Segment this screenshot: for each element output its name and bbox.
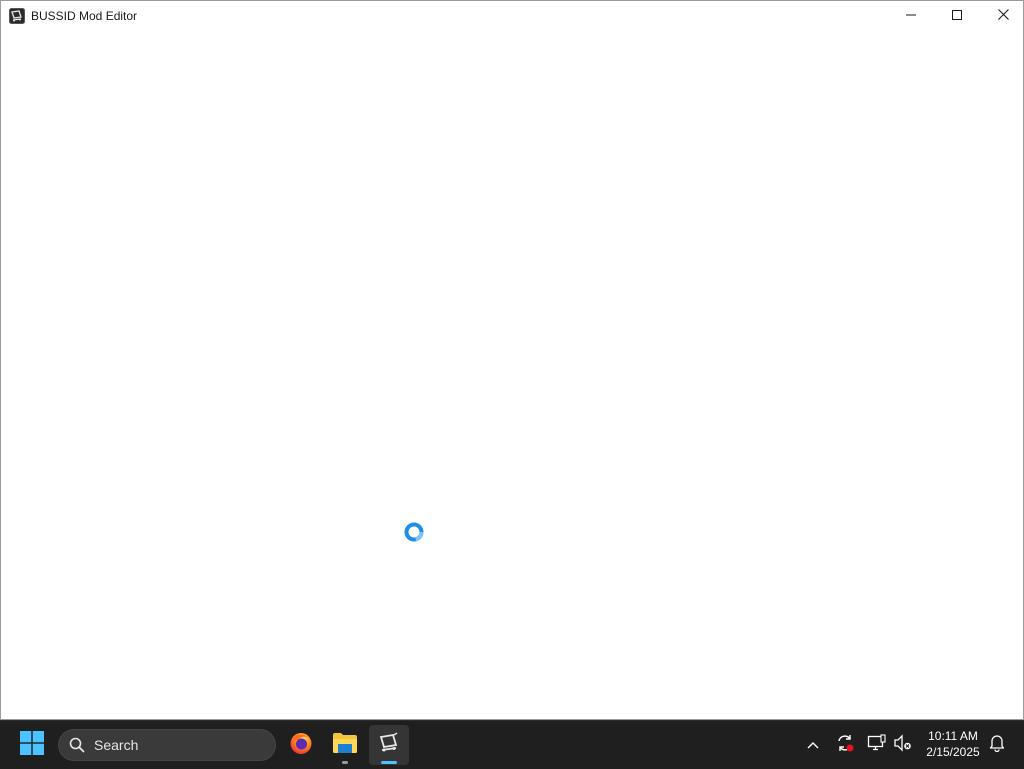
bussid-app-icon (9, 8, 25, 24)
taskbar-app-file-explorer[interactable] (325, 725, 365, 765)
notification-bell-icon (989, 734, 1005, 757)
clock-date: 2/15/2025 (926, 745, 980, 759)
window-title: BUSSID Mod Editor (31, 9, 138, 23)
firefox-icon (289, 731, 313, 760)
bussid-app-icon (377, 731, 401, 760)
loading-spinner-icon (403, 521, 425, 543)
taskbar-app-bussid-mod-editor[interactable] (369, 725, 409, 765)
close-button[interactable] (980, 1, 1024, 31)
windows-start-icon (20, 730, 44, 760)
app-content-area (1, 31, 1023, 719)
taskbar-search-box[interactable]: Search (58, 729, 276, 761)
taskbar: Search 10:11 AM 2/15/2025 (0, 720, 1024, 769)
sync-icon (835, 734, 855, 757)
search-icon (69, 737, 85, 753)
maximize-button[interactable] (934, 1, 980, 31)
taskbar-app-firefox[interactable] (281, 725, 321, 765)
network-icon (867, 733, 887, 757)
show-hidden-icons-button[interactable] (798, 729, 828, 761)
title-bar[interactable]: BUSSID Mod Editor (1, 1, 1023, 31)
search-placeholder: Search (94, 737, 139, 753)
tray-volume-button[interactable] (888, 729, 918, 761)
tray-sync-button[interactable] (830, 729, 860, 761)
tray-clock[interactable]: 10:11 AM 2/15/2025 (916, 728, 990, 760)
chevron-up-icon (807, 736, 819, 754)
app-window: BUSSID Mod Editor (0, 0, 1024, 720)
clock-time: 10:11 AM (928, 729, 978, 743)
volume-muted-icon (893, 733, 913, 757)
close-icon (997, 7, 1009, 25)
start-button[interactable] (12, 725, 52, 765)
maximize-icon (952, 7, 962, 25)
minimize-button[interactable] (888, 1, 934, 31)
running-indicator (342, 761, 348, 764)
active-app-indicator (381, 761, 397, 764)
notifications-button[interactable] (982, 729, 1012, 761)
folder-icon (332, 732, 358, 759)
minimize-icon (906, 7, 916, 25)
